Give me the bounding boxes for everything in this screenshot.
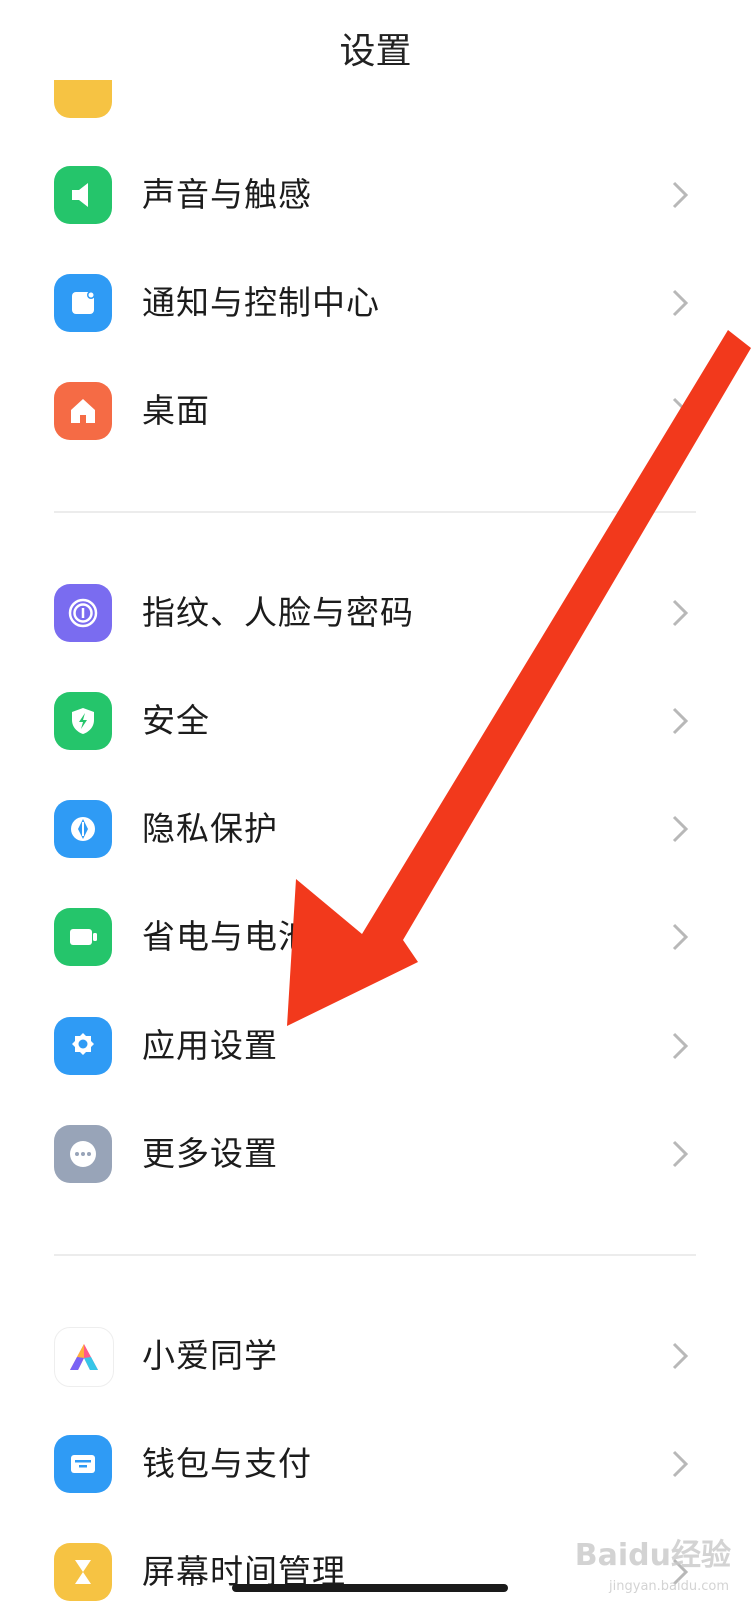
chevron-right-icon — [672, 397, 689, 425]
settings-item-wallet[interactable]: 钱包与支付 — [0, 1414, 751, 1514]
chevron-right-icon — [672, 181, 689, 209]
xiaoai-icon — [54, 1327, 114, 1387]
privacy-icon — [54, 800, 112, 858]
settings-item-xiaoai[interactable]: 小爱同学 — [0, 1306, 751, 1406]
chevron-right-icon — [672, 289, 689, 317]
settings-item-label: 钱包与支付 — [142, 1444, 312, 1483]
more-icon — [54, 1125, 112, 1183]
settings-item-label: 通知与控制中心 — [142, 283, 380, 322]
shield-icon — [54, 692, 112, 750]
watermark-logo: Baidu经验 — [574, 1538, 731, 1573]
notification-icon — [54, 274, 112, 332]
settings-item-label: 桌面 — [142, 391, 210, 430]
settings-item-app-settings[interactable]: 应用设置 — [0, 996, 751, 1096]
settings-item-privacy[interactable]: 隐私保护 — [0, 779, 751, 879]
watermark-url: jingyan.baidu.com — [609, 1579, 729, 1594]
chevron-right-icon — [672, 1450, 689, 1478]
settings-item-label: 隐私保护 — [142, 809, 278, 848]
chevron-right-icon — [672, 815, 689, 843]
chevron-right-icon — [672, 923, 689, 951]
settings-item-security[interactable]: 安全 — [0, 671, 751, 771]
chevron-right-icon — [672, 707, 689, 735]
chevron-right-icon — [672, 1032, 689, 1060]
hourglass-icon — [54, 1543, 112, 1601]
settings-item-label: 指纹、人脸与密码 — [142, 593, 414, 632]
settings-item-desktop[interactable]: 桌面 — [0, 361, 751, 461]
settings-item-sound[interactable]: 声音与触感 — [0, 145, 751, 245]
wallet-icon — [54, 1435, 112, 1493]
gear-icon — [54, 1017, 112, 1075]
settings-item-fingerprint[interactable]: 指纹、人脸与密码 — [0, 563, 751, 663]
chevron-right-icon — [672, 599, 689, 627]
settings-item-label: 安全 — [142, 701, 210, 740]
settings-item-label: 更多设置 — [142, 1134, 278, 1173]
settings-item-battery[interactable]: 省电与电池 — [0, 887, 751, 987]
settings-item-label: 省电与电池 — [142, 917, 312, 956]
section-divider — [54, 1254, 696, 1256]
section-divider — [54, 511, 696, 513]
chevron-right-icon — [672, 1342, 689, 1370]
home-indicator[interactable] — [232, 1584, 508, 1592]
home-icon — [54, 382, 112, 440]
chevron-right-icon — [672, 1140, 689, 1168]
page-title: 设置 — [339, 31, 412, 72]
settings-item-notification[interactable]: 通知与控制中心 — [0, 253, 751, 353]
speaker-icon — [54, 166, 112, 224]
partial-item-icon — [54, 80, 112, 118]
fingerprint-icon — [54, 584, 112, 642]
settings-item-label: 应用设置 — [142, 1026, 278, 1065]
settings-item-more[interactable]: 更多设置 — [0, 1104, 751, 1204]
battery-icon — [54, 908, 112, 966]
settings-item-label: 小爱同学 — [142, 1336, 278, 1375]
settings-item-label: 声音与触感 — [142, 175, 312, 214]
